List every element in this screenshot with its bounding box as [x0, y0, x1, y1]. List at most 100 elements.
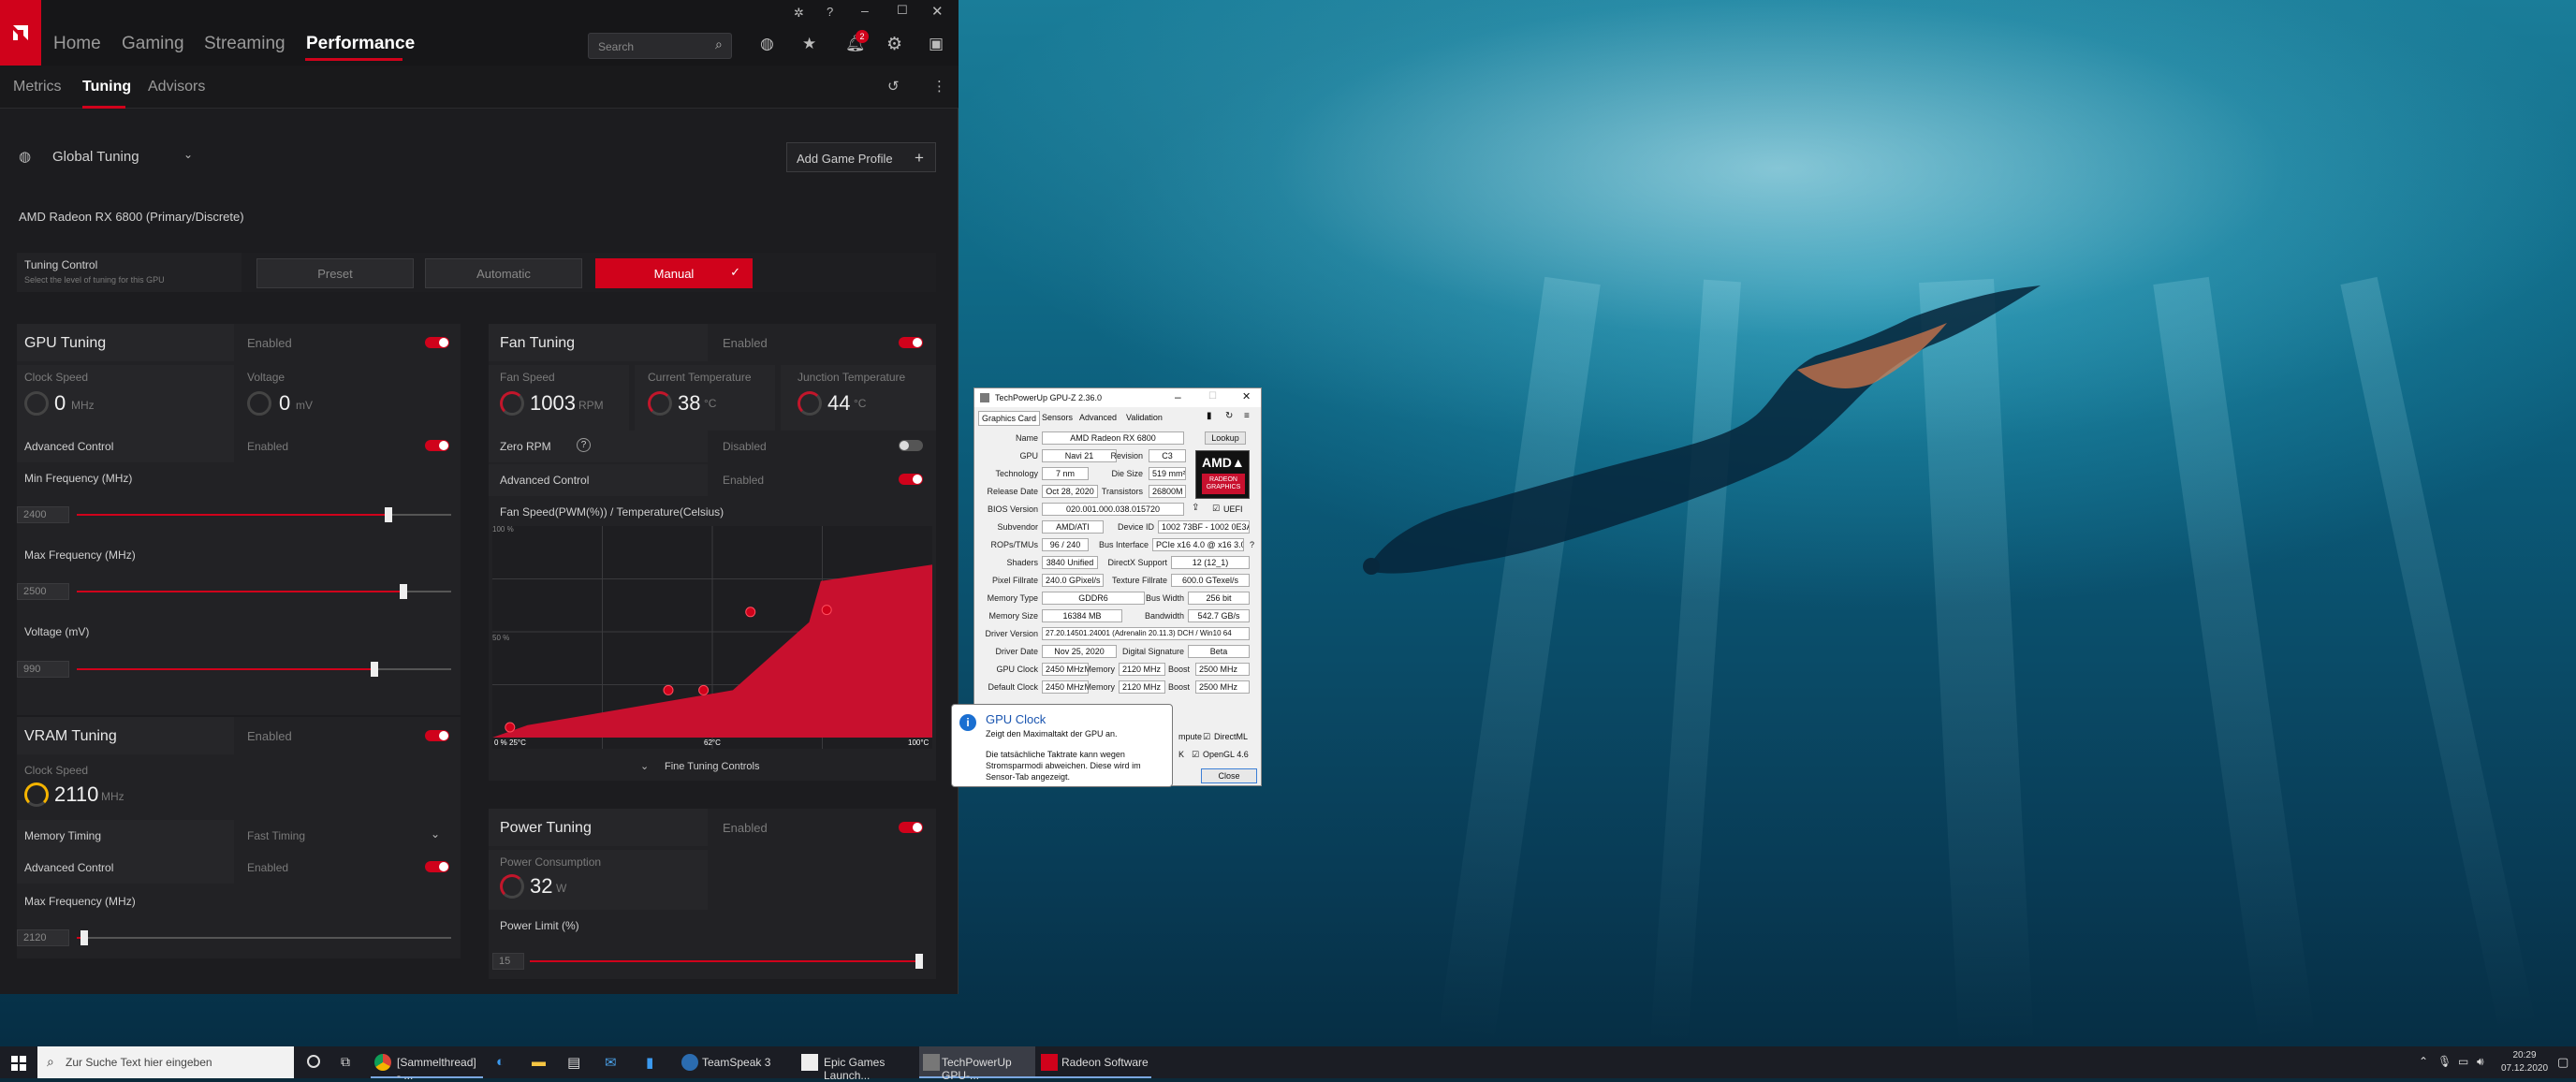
- vram-max-frequency-slider-thumb[interactable]: [80, 930, 88, 945]
- tab-metrics[interactable]: Metrics: [13, 79, 62, 95]
- power-limit-slider-thumb[interactable]: [915, 954, 923, 969]
- fan-tuning-toggle[interactable]: [899, 337, 923, 348]
- windows-start-icon[interactable]: [11, 1056, 26, 1071]
- max-frequency-slider-thumb[interactable]: [400, 584, 407, 599]
- min-frequency-slider[interactable]: [77, 507, 451, 522]
- fan-curve-point-1[interactable]: [505, 722, 516, 733]
- vram-max-frequency-input[interactable]: 2120: [17, 929, 69, 946]
- gpuz-tab-sensors[interactable]: Sensors: [1042, 413, 1073, 422]
- taskbar-app-epic[interactable]: Epic Games Launch...: [798, 1046, 919, 1082]
- fine-tuning-controls-button[interactable]: Fine Tuning Controls: [665, 761, 760, 772]
- fan-curve-point-3[interactable]: [698, 684, 710, 695]
- tray-date[interactable]: 07.12.2020: [2499, 1063, 2550, 1074]
- add-game-profile-button[interactable]: Add Game Profile +: [786, 142, 936, 172]
- share-icon[interactable]: ⇪: [1192, 503, 1199, 513]
- help-icon[interactable]: ?: [827, 5, 833, 19]
- zero-rpm-toggle[interactable]: [899, 440, 923, 451]
- more-options-icon[interactable]: ⋮: [932, 78, 946, 95]
- gpuz-tab-validation[interactable]: Validation: [1126, 413, 1163, 422]
- app-icon[interactable]: ▮: [646, 1054, 653, 1071]
- min-frequency-slider-thumb[interactable]: [385, 507, 392, 522]
- taskbar-app-chrome[interactable]: [Sammelthread] - ...: [371, 1046, 483, 1082]
- camera-icon[interactable]: ▮: [1207, 411, 1212, 421]
- min-frequency-input[interactable]: 2400: [17, 506, 69, 523]
- search-icon[interactable]: ⌕: [715, 37, 723, 52]
- gpuz-directml-label: DirectML: [1214, 732, 1249, 741]
- cortana-icon[interactable]: [307, 1055, 320, 1068]
- taskbar-search-box[interactable]: ⌕ Zur Suche Text hier eingeben: [37, 1046, 294, 1078]
- fan-curve-point-5[interactable]: [821, 605, 832, 616]
- menu-icon[interactable]: ≡: [1244, 411, 1250, 421]
- bus-help-icon[interactable]: ?: [1250, 540, 1254, 549]
- power-limit-input[interactable]: 15: [492, 953, 524, 970]
- file-explorer-icon[interactable]: ▬: [532, 1054, 546, 1070]
- notifications-icon[interactable]: ▢: [2557, 1055, 2569, 1070]
- gpuz-tab-advanced[interactable]: Advanced: [1079, 413, 1117, 422]
- task-view-icon[interactable]: ⧉: [341, 1054, 350, 1070]
- vram-advanced-control-toggle[interactable]: [425, 861, 449, 872]
- max-frequency-slider[interactable]: [77, 584, 451, 599]
- store-icon[interactable]: ▤: [567, 1054, 580, 1071]
- minimize-icon[interactable]: –: [861, 3, 869, 18]
- gpu-advanced-control-toggle[interactable]: [425, 440, 449, 451]
- tray-chevron-icon[interactable]: ⌃: [2419, 1055, 2428, 1068]
- gpuz-tab-graphics-card[interactable]: Graphics Card: [978, 411, 1041, 426]
- fan-curve-point-2[interactable]: [663, 684, 674, 695]
- max-frequency-input[interactable]: 2500: [17, 583, 69, 600]
- voltage-mv-slider-thumb[interactable]: [371, 662, 378, 677]
- vram-max-frequency-slider[interactable]: [77, 930, 451, 945]
- memory-timing-dropdown[interactable]: Fast Timing: [247, 829, 305, 842]
- chevron-down-icon[interactable]: ⌄: [183, 148, 193, 161]
- nav-home[interactable]: Home: [53, 34, 101, 54]
- refresh-icon[interactable]: ↻: [1225, 411, 1233, 421]
- network-icon[interactable]: ▭: [2458, 1055, 2468, 1068]
- gpuz-compute-label: mpute: [1178, 732, 1203, 741]
- star-icon[interactable]: ★: [802, 35, 816, 53]
- power-tuning-toggle[interactable]: [899, 822, 923, 833]
- account-icon[interactable]: ▣: [929, 35, 944, 53]
- microphone-icon[interactable]: 🎙︎: [2437, 1055, 2452, 1068]
- epic-games-icon: [801, 1054, 818, 1071]
- fan-curve-chart[interactable]: 100 % 50 % 0 % 25°C 62°C 100°C: [492, 526, 932, 749]
- globe-icon[interactable]: ◍: [760, 35, 774, 53]
- mail-icon[interactable]: ✉: [605, 1054, 617, 1071]
- volume-icon[interactable]: 🔊︎: [2477, 1055, 2484, 1069]
- gpu-tuning-toggle[interactable]: [425, 337, 449, 348]
- voltage-mv-slider[interactable]: [77, 662, 451, 677]
- power-limit-slider[interactable]: [530, 954, 923, 969]
- gpuz-lookup-button[interactable]: Lookup: [1205, 431, 1246, 445]
- tab-tuning[interactable]: Tuning: [82, 79, 131, 95]
- preset-button[interactable]: Preset: [256, 258, 414, 288]
- bug-icon[interactable]: ✲: [794, 6, 804, 21]
- tab-advisors[interactable]: Advisors: [148, 79, 205, 95]
- settings-gear-icon[interactable]: ⚙: [886, 34, 902, 55]
- maximize-icon[interactable]: ☐: [897, 3, 908, 18]
- gpuz-minimize-icon[interactable]: –: [1175, 390, 1181, 403]
- vram-tuning-toggle[interactable]: [425, 730, 449, 741]
- memory-timing-chevron-icon[interactable]: ⌄: [431, 827, 440, 841]
- gpuz-close-icon[interactable]: ✕: [1242, 390, 1251, 402]
- reset-icon[interactable]: ↺: [887, 78, 900, 95]
- tray-time[interactable]: 20:29: [2499, 1050, 2550, 1060]
- nav-gaming[interactable]: Gaming: [122, 34, 184, 54]
- taskbar-app-gpuz[interactable]: TechPowerUp GPU-...: [919, 1046, 1035, 1082]
- taskbar-app-radeon[interactable]: Radeon Software: [1035, 1046, 1151, 1078]
- close-icon[interactable]: ✕: [931, 3, 944, 20]
- fan-curve-point-4[interactable]: [745, 607, 756, 618]
- taskbar-app-teamspeak[interactable]: TeamSpeak 3: [674, 1046, 798, 1078]
- radeon-taskbar-icon: [1041, 1054, 1058, 1071]
- automatic-button[interactable]: Automatic: [425, 258, 582, 288]
- fan-advanced-control-toggle[interactable]: [899, 474, 923, 485]
- gpuz-driver-date-value: Nov 25, 2020: [1042, 645, 1117, 658]
- edge-icon[interactable]: ◐: [496, 1054, 505, 1070]
- global-tuning-dropdown[interactable]: Global Tuning: [52, 149, 139, 165]
- gpuz-close-button[interactable]: Close: [1201, 768, 1257, 783]
- nav-streaming[interactable]: Streaming: [204, 34, 285, 54]
- amd-logo[interactable]: [0, 0, 41, 66]
- fine-tuning-chevron-icon[interactable]: ⌄: [640, 760, 649, 772]
- search-input[interactable]: Search: [588, 33, 732, 59]
- info-icon[interactable]: ?: [577, 438, 591, 452]
- voltage-mv-input[interactable]: 990: [17, 661, 69, 678]
- manual-button[interactable]: Manual ✓: [595, 258, 753, 288]
- nav-performance[interactable]: Performance: [306, 34, 415, 54]
